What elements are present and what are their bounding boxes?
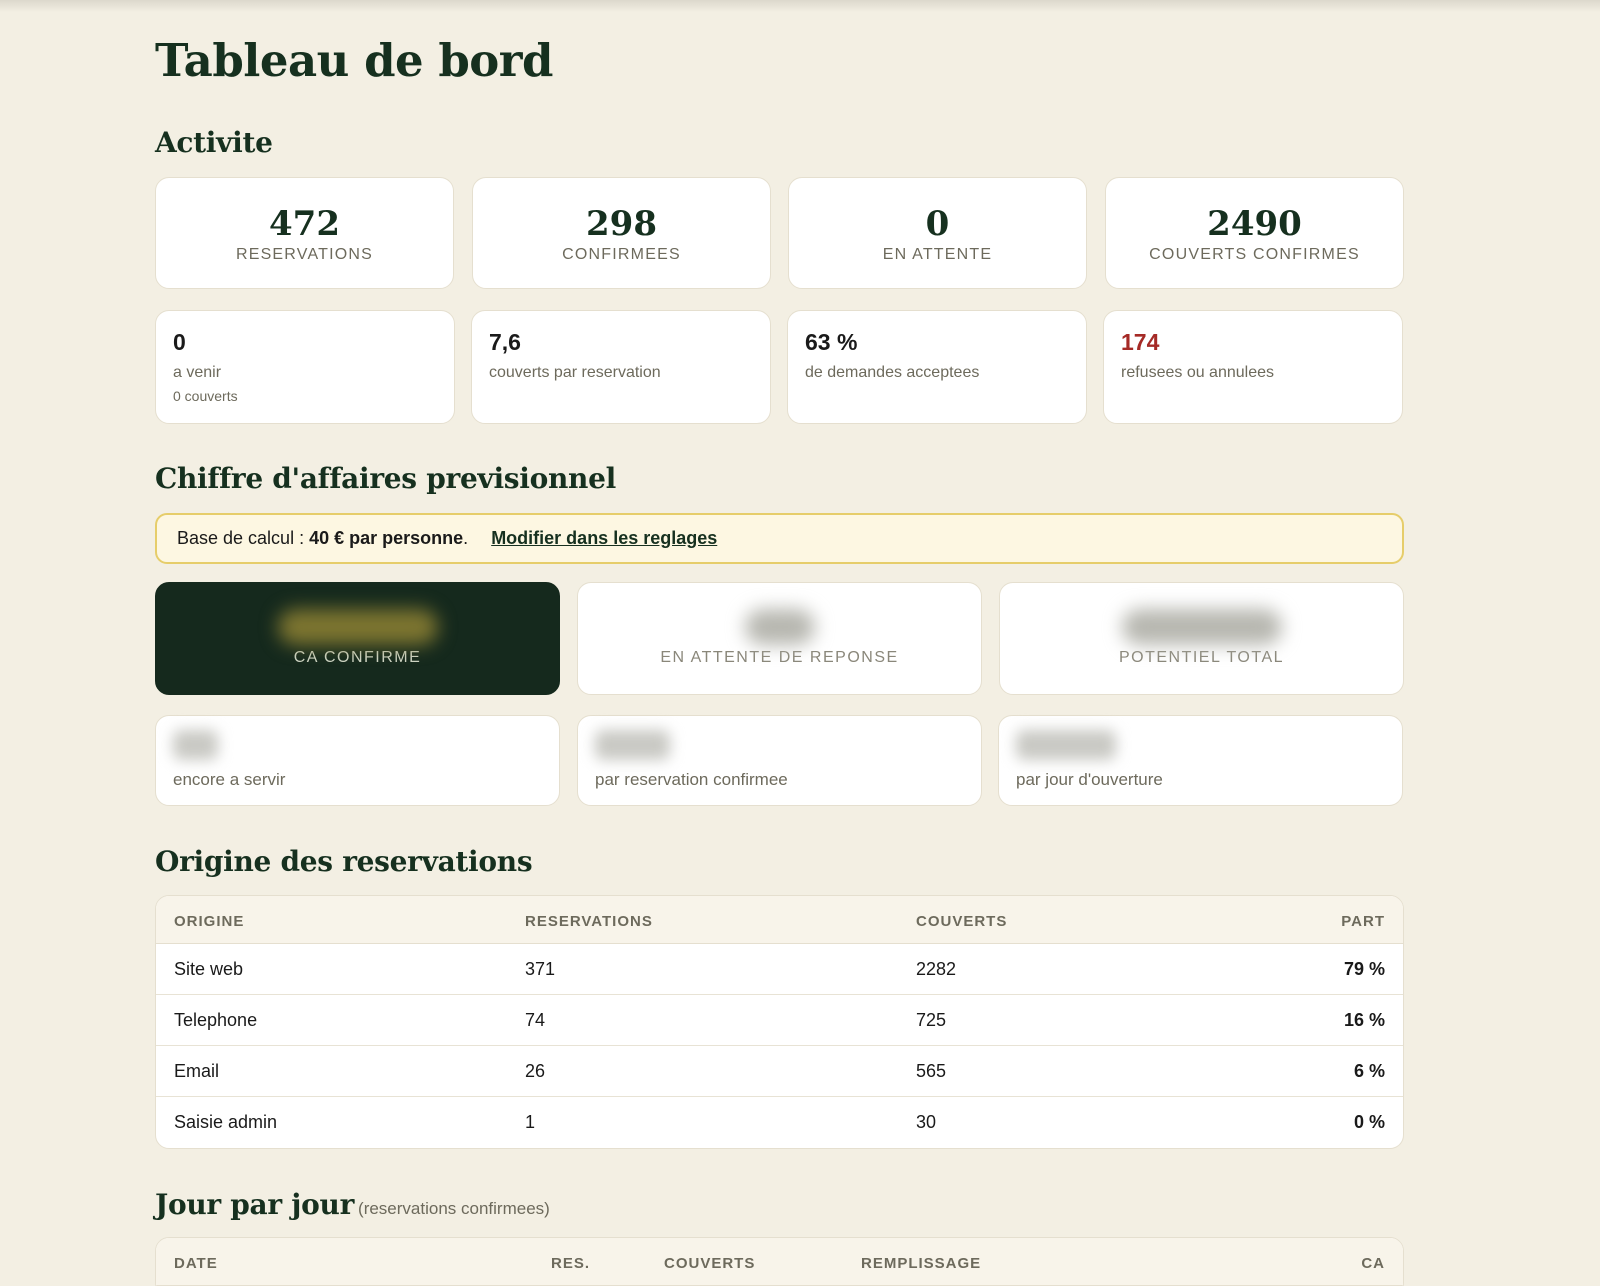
column-header: PART [1341, 913, 1385, 930]
section-title-ca: Chiffre d'affaires previsionnel [155, 462, 616, 495]
blurred-value [1121, 609, 1282, 645]
kpi-value: 298 [586, 204, 657, 244]
stat-value: 63 % [805, 329, 858, 355]
column-header: DATE [174, 1255, 218, 1272]
kpi-value: 0 [925, 204, 950, 244]
table-row: Site web 371 2282 79 % [156, 944, 1403, 995]
blurred-value [277, 609, 438, 645]
section-title-activite: Activite [155, 126, 273, 159]
column-header: RES. [551, 1255, 591, 1272]
page-title: Tableau de bord [155, 34, 553, 87]
ca-sub-par-jour: par jour d'ouverture [998, 715, 1403, 806]
blurred-value [744, 609, 815, 645]
notice-suffix: . [463, 528, 469, 548]
calcul-notice: Base de calcul : 40 € par personne. Modi… [155, 513, 1404, 564]
jour-table: DATE RES. COUVERTS REMPLISSAGE CA [155, 1237, 1404, 1286]
blurred-value [595, 730, 670, 760]
cell-part: 0 % [1353, 1112, 1385, 1132]
modifier-reglages-link[interactable]: Modifier dans les reglages [491, 528, 717, 548]
stat-desc: de demandes acceptees [805, 364, 980, 381]
cell-couverts: 30 [916, 1112, 937, 1132]
ca-sub-desc: par reservation confirmee [595, 770, 788, 789]
table-row: Saisie admin 1 30 0 % [156, 1097, 1403, 1148]
cell-origine: Saisie admin [174, 1112, 278, 1132]
column-header: COUVERTS [916, 913, 1008, 930]
stat-card-refusees: 174 refusees ou annulees [1103, 310, 1403, 424]
stat-sub: 0 couverts [173, 388, 238, 404]
cell-couverts: 2282 [916, 959, 957, 979]
column-header: REMPLISSAGE [861, 1255, 982, 1272]
ca-card-label: EN ATTENTE DE REPONSE [660, 649, 899, 666]
stat-value: 0 [173, 329, 186, 355]
column-header: COUVERTS [664, 1255, 756, 1272]
kpi-label: RESERVATIONS [235, 246, 374, 263]
ca-card-potentiel-total: POTENTIEL TOTAL [999, 582, 1404, 695]
ca-card-label: POTENTIEL TOTAL [1118, 649, 1285, 666]
cell-part: 79 % [1343, 959, 1385, 979]
stat-desc: refusees ou annulees [1121, 364, 1274, 381]
ca-sub-encore-a-servir: encore a servir [155, 715, 560, 806]
jour-title: Jour par jour [155, 1188, 355, 1221]
table-row: Email 26 565 6 % [156, 1046, 1403, 1097]
cell-part: 16 % [1343, 1010, 1385, 1030]
kpi-card-reservations: 472 RESERVATIONS [155, 177, 454, 289]
cell-origine: Site web [174, 959, 244, 979]
kpi-value: 472 [269, 204, 340, 244]
column-header: RESERVATIONS [525, 913, 653, 930]
cell-reservations: 26 [525, 1061, 546, 1081]
notice-value: 40 € par personne [309, 528, 464, 548]
cell-origine: Email [174, 1061, 220, 1081]
cell-origine: Telephone [174, 1010, 258, 1030]
ca-sub-desc: encore a servir [173, 770, 286, 789]
column-header: ORIGINE [174, 913, 245, 930]
stat-card-couverts-par-reservation: 7,6 couverts par reservation [471, 310, 771, 424]
kpi-card-couverts-confirmes: 2490 COUVERTS CONFIRMES [1105, 177, 1404, 289]
ca-card-en-attente: EN ATTENTE DE REPONSE [577, 582, 982, 695]
table-header: ORIGINE RESERVATIONS COUVERTS PART [156, 896, 1403, 944]
cell-couverts: 725 [916, 1010, 947, 1030]
section-title-origine: Origine des reservations [155, 845, 533, 878]
ca-card-confirme: CA CONFIRME [155, 582, 560, 695]
kpi-card-confirmees: 298 CONFIRMEES [472, 177, 771, 289]
kpi-label: COUVERTS CONFIRMES [1149, 246, 1360, 263]
blurred-value [173, 730, 218, 760]
ca-card-label: CA CONFIRME [293, 649, 422, 666]
ca-sub-desc: par jour d'ouverture [1016, 770, 1163, 789]
section-title-jour: Jour par jour (reservations confirmees) [155, 1188, 550, 1221]
ca-sub-par-reservation: par reservation confirmee [577, 715, 982, 806]
kpi-label: CONFIRMEES [562, 246, 681, 263]
stat-card-a-venir: 0 a venir 0 couverts [155, 310, 455, 424]
cell-couverts: 565 [916, 1061, 947, 1081]
cell-part: 6 % [1353, 1061, 1385, 1081]
stat-value: 7,6 [489, 329, 521, 355]
stat-desc: couverts par reservation [489, 364, 661, 381]
kpi-value: 2490 [1207, 204, 1302, 244]
blurred-value [1016, 730, 1116, 760]
notice-prefix: Base de calcul : [177, 528, 310, 548]
stat-desc: a venir [173, 364, 222, 381]
top-shadow [0, 0, 1600, 12]
cell-reservations: 74 [525, 1010, 546, 1030]
jour-note: (reservations confirmees) [358, 1199, 550, 1218]
kpi-card-en-attente: 0 EN ATTENTE [788, 177, 1087, 289]
stat-card-acceptees: 63 % de demandes acceptees [787, 310, 1087, 424]
table-row: Telephone 74 725 16 % [156, 995, 1403, 1046]
stat-value: 174 [1121, 329, 1160, 355]
cell-reservations: 371 [525, 959, 556, 979]
origine-table: ORIGINE RESERVATIONS COUVERTS PART Site … [155, 895, 1404, 1149]
cell-reservations: 1 [525, 1112, 536, 1132]
kpi-label: EN ATTENTE [882, 246, 993, 263]
column-header: CA [1361, 1255, 1385, 1272]
table-header: DATE RES. COUVERTS REMPLISSAGE CA [156, 1238, 1403, 1286]
